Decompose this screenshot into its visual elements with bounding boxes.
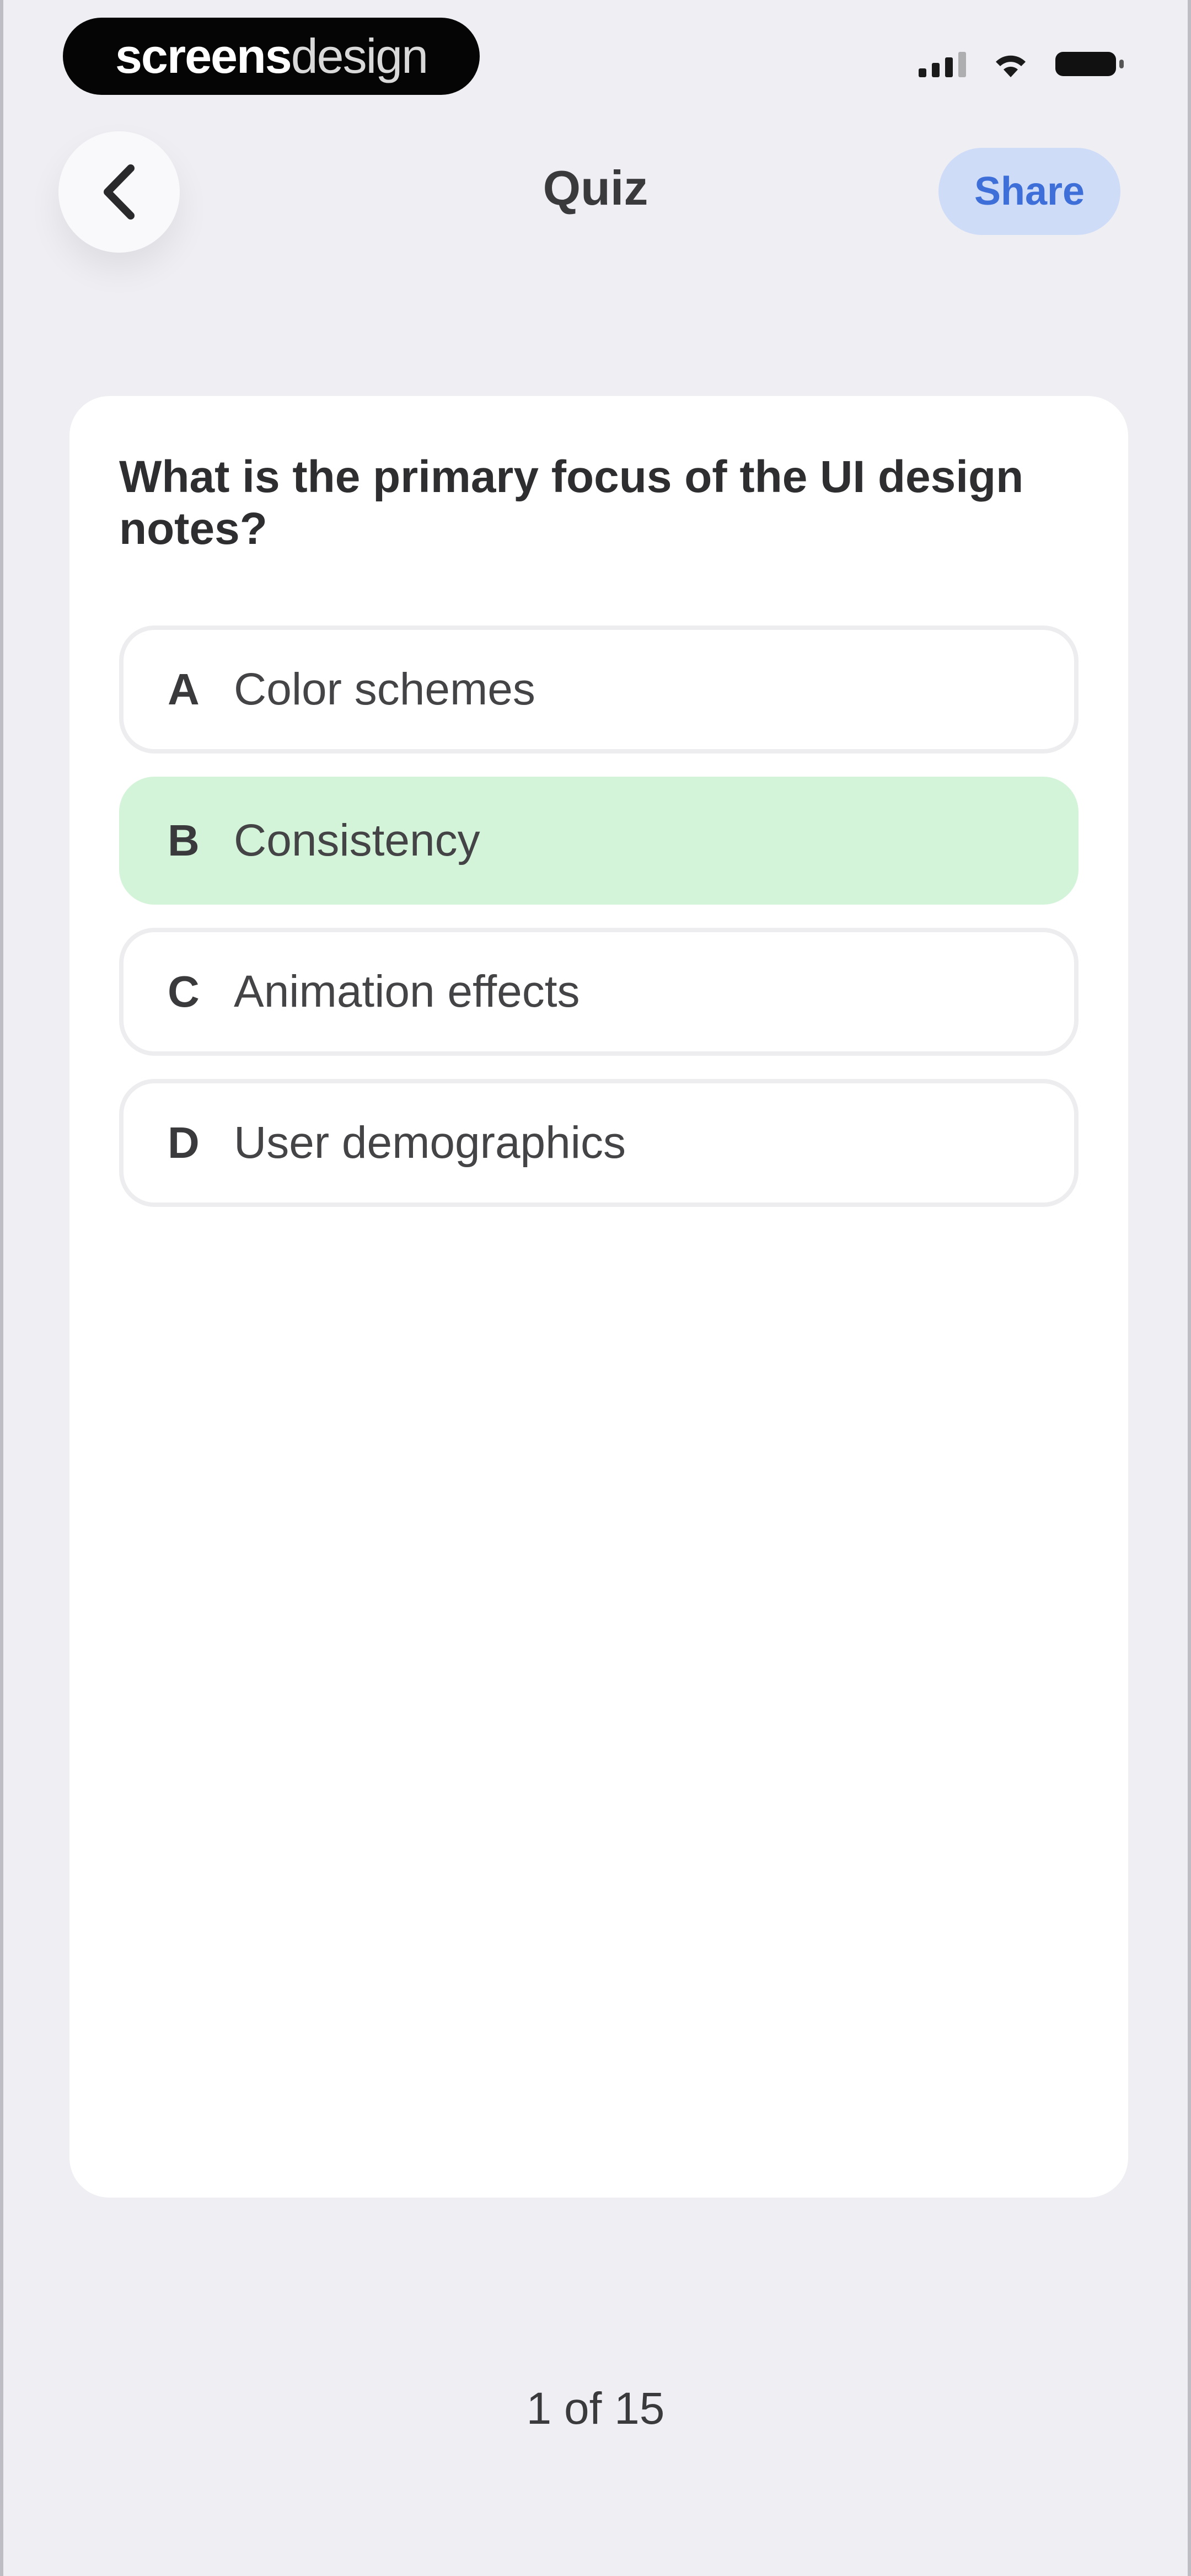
share-button[interactable]: Share bbox=[938, 148, 1120, 235]
option-letter: C bbox=[168, 967, 200, 1016]
option-letter: B bbox=[168, 816, 200, 865]
page-indicator: 1 of 15 bbox=[526, 2383, 665, 2434]
battery-icon bbox=[1055, 52, 1124, 76]
wifi-icon bbox=[996, 55, 1026, 77]
option-label: Color schemes bbox=[234, 664, 535, 714]
brand-strong-text: screens bbox=[115, 29, 292, 83]
option-d[interactable]: D User demographics bbox=[119, 1079, 1079, 1207]
quiz-screen: screens design Quiz Share What is the pri… bbox=[0, 0, 1191, 2576]
signal-icon bbox=[919, 51, 966, 77]
status-bar: screens design bbox=[3, 0, 1188, 110]
option-label: Animation effects bbox=[234, 966, 580, 1017]
option-label: Consistency bbox=[234, 815, 480, 865]
quiz-card: What is the primary focus of the UI desi… bbox=[69, 396, 1128, 2198]
option-b[interactable]: B Consistency bbox=[119, 777, 1079, 905]
brand-light-text: design bbox=[291, 29, 428, 83]
option-letter: A bbox=[168, 665, 200, 714]
option-label: User demographics bbox=[234, 1118, 626, 1168]
brand-logo: screens design bbox=[63, 18, 480, 95]
status-icons bbox=[919, 50, 1124, 78]
option-c[interactable]: C Animation effects bbox=[119, 928, 1079, 1056]
question-text: What is the primary focus of the UI desi… bbox=[119, 452, 1024, 554]
option-letter: D bbox=[168, 1118, 200, 1167]
option-a[interactable]: A Color schemes bbox=[119, 626, 1079, 753]
